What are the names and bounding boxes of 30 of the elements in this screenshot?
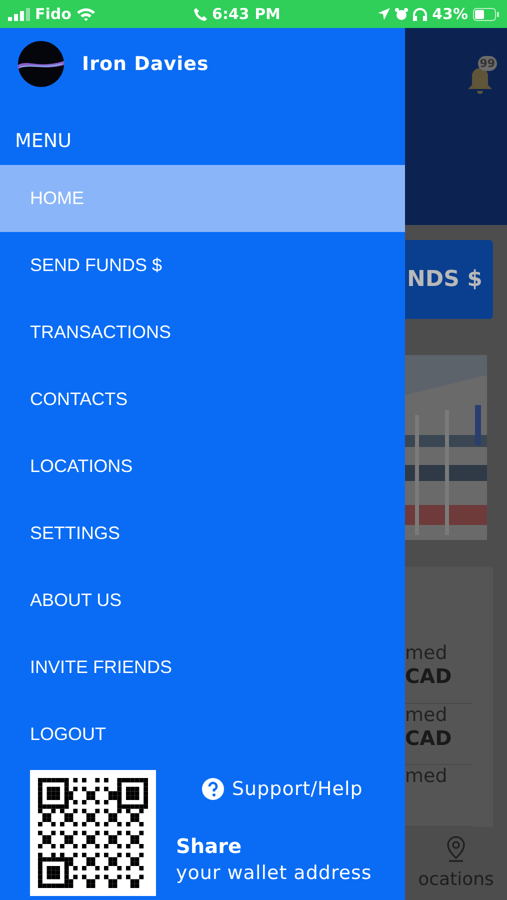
notification-bell[interactable]: 99	[467, 56, 497, 96]
user-name: Iron Davies	[82, 53, 209, 75]
carrier-name: Fido	[35, 5, 72, 23]
headphones-icon	[413, 8, 428, 20]
support-link[interactable]: Support/Help	[202, 778, 372, 800]
transaction-currency: CAD	[405, 664, 453, 688]
menu-item[interactable]: TRANSACTIONS	[0, 299, 405, 366]
location-arrow-icon	[378, 8, 390, 20]
send-funds-button[interactable]: NDS $	[405, 240, 493, 319]
notification-badge: 99	[478, 56, 497, 71]
menu-item[interactable]: SETTINGS	[0, 500, 405, 567]
menu-item[interactable]: CONTACTS	[0, 366, 405, 433]
help-icon	[202, 778, 224, 800]
battery-icon	[472, 8, 499, 20]
menu-item[interactable]: SEND FUNDS $	[0, 232, 405, 299]
battery-percent: 43%	[432, 5, 468, 23]
menu-item[interactable]: LOGOUT	[0, 701, 405, 768]
clock-time: 6:43 PM	[212, 5, 280, 23]
menu-item[interactable]: ABOUT US	[0, 567, 405, 634]
transaction-currency: CAD	[405, 726, 453, 750]
phone-icon	[194, 8, 208, 20]
share-subtitle: your wallet address	[176, 862, 372, 884]
share-title: Share	[176, 834, 243, 858]
bell-icon	[467, 66, 493, 96]
avatar[interactable]	[18, 41, 64, 87]
signal-icon	[8, 8, 30, 20]
menu-heading: MENU	[14, 129, 73, 154]
menu-item[interactable]: INVITE FRIENDS	[0, 634, 405, 701]
wifi-icon	[76, 7, 96, 21]
menu-item[interactable]: LOCATIONS	[0, 433, 405, 500]
